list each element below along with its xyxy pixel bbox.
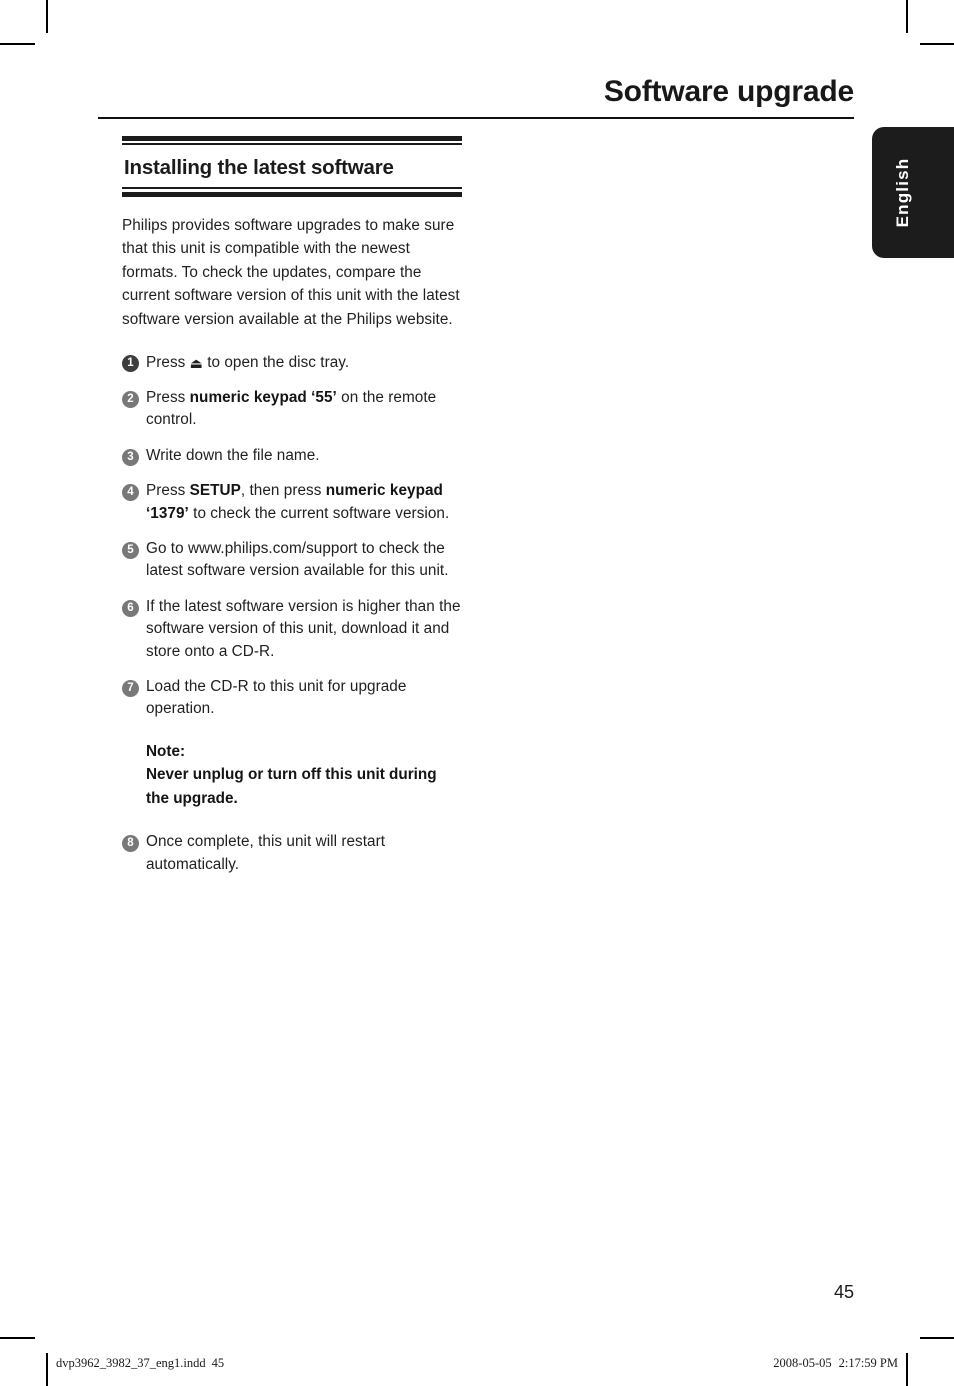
- section-intro-paragraph: Philips provides software upgrades to ma…: [122, 216, 460, 328]
- print-footer: dvp3962_3982_37_eng1.indd 45 2008-05-05 2:…: [56, 1356, 898, 1371]
- page-number: 45: [833, 1282, 854, 1302]
- step-text-prefix: Press: [146, 353, 190, 371]
- steps-list: 1 Press ⏏ to open the disc tray. 2 Press…: [122, 351, 462, 877]
- step-number-badge: 8: [122, 835, 139, 853]
- step-number-badge: 1: [122, 354, 139, 372]
- step-text: Once complete, this unit will restart au…: [146, 833, 386, 873]
- footer-time: 2:17:59 PM: [838, 1356, 898, 1370]
- step-text: Press ⏏ to open the disc tray.: [146, 351, 462, 374]
- step-text: Press SETUP, then press numeric keypad ‘…: [146, 480, 462, 525]
- step-number-badge: 6: [122, 599, 139, 617]
- list-item: 4 Press SETUP, then press numeric keypad…: [122, 480, 462, 525]
- language-tab-english: English: [872, 127, 954, 258]
- list-item: 2 Press numeric keypad ‘55’ on the remot…: [122, 387, 462, 432]
- language-tab-label: English: [893, 157, 912, 228]
- list-item: 8 Once complete, this unit will restart …: [122, 831, 462, 876]
- note-block: Note: Never unplug or turn off this unit…: [146, 740, 462, 811]
- list-item: 5 Go to www.philips.com/support to check…: [122, 538, 462, 583]
- list-item: 6 If the latest software version is high…: [122, 596, 462, 663]
- footer-filename: dvp3962_3982_37_eng1.indd 45: [56, 1356, 224, 1371]
- list-item: 1 Press ⏏ to open the disc tray.: [122, 351, 462, 374]
- eject-icon: ⏏: [189, 354, 203, 371]
- step-text-middle: , then press: [240, 482, 326, 500]
- crop-mark-top-left-horizontal: [0, 43, 35, 45]
- step-number-badge: 7: [122, 680, 139, 697]
- step-text: If the latest software version is higher…: [146, 597, 461, 660]
- footer-filename-text: dvp3962_3982_37_eng1.indd: [56, 1356, 206, 1370]
- step-text-suffix: to open the disc tray.: [202, 353, 350, 371]
- crop-mark-bottom-left-horizontal: [0, 1337, 35, 1339]
- crop-mark-top-right-vertical: [906, 0, 908, 33]
- step-number-badge: 4: [122, 484, 139, 502]
- step-text-suffix: to check the current software version.: [188, 504, 450, 522]
- step-text: Press numeric keypad ‘55’ on the remote …: [146, 387, 462, 432]
- page-title: Software upgrade: [603, 75, 854, 108]
- note-text: Never unplug or turn off this unit durin…: [146, 766, 437, 807]
- step-text-prefix: Press: [146, 482, 190, 500]
- step-text-bold: SETUP: [189, 482, 241, 500]
- footer-date: 2008-05-05: [773, 1356, 832, 1370]
- content-column: Installing the latest software Philips p…: [122, 136, 462, 889]
- footer-timestamp: 2008-05-05 2:17:59 PM: [773, 1356, 898, 1371]
- step-number-badge: 5: [122, 541, 139, 559]
- step-text-bold: numeric keypad ‘55’: [189, 388, 337, 406]
- step-text: Load the CD-R to this unit for upgrade o…: [146, 678, 407, 718]
- step-text: Go to www.philips.com/support to check t…: [146, 539, 449, 580]
- step-text-prefix: Press: [146, 388, 190, 406]
- note-label: Note:: [146, 742, 186, 760]
- crop-mark-bottom-right-vertical: [906, 1353, 908, 1386]
- crop-mark-bottom-right-horizontal: [920, 1337, 954, 1339]
- section-rule-top-thick: [122, 136, 462, 141]
- crop-mark-bottom-left-vertical: [46, 1353, 48, 1386]
- section-rule-bottom-thin: [122, 186, 462, 189]
- crop-mark-top-right-horizontal: [920, 43, 954, 45]
- list-item: 7 Load the CD-R to this unit for upgrade…: [122, 676, 462, 721]
- footer-file-page: 45: [211, 1356, 225, 1370]
- step-text: Write down the file name.: [146, 446, 320, 464]
- step-number-badge: 3: [122, 448, 139, 466]
- header-divider: [98, 116, 854, 119]
- section-heading: Installing the latest software: [124, 156, 394, 179]
- section-rule-bottom-thick: [122, 191, 462, 197]
- page-header: Software upgrade: [98, 76, 854, 119]
- list-item: 3 Write down the file name.: [122, 445, 462, 467]
- step-number-badge: 2: [122, 390, 139, 408]
- crop-mark-top-left-vertical: [46, 0, 48, 33]
